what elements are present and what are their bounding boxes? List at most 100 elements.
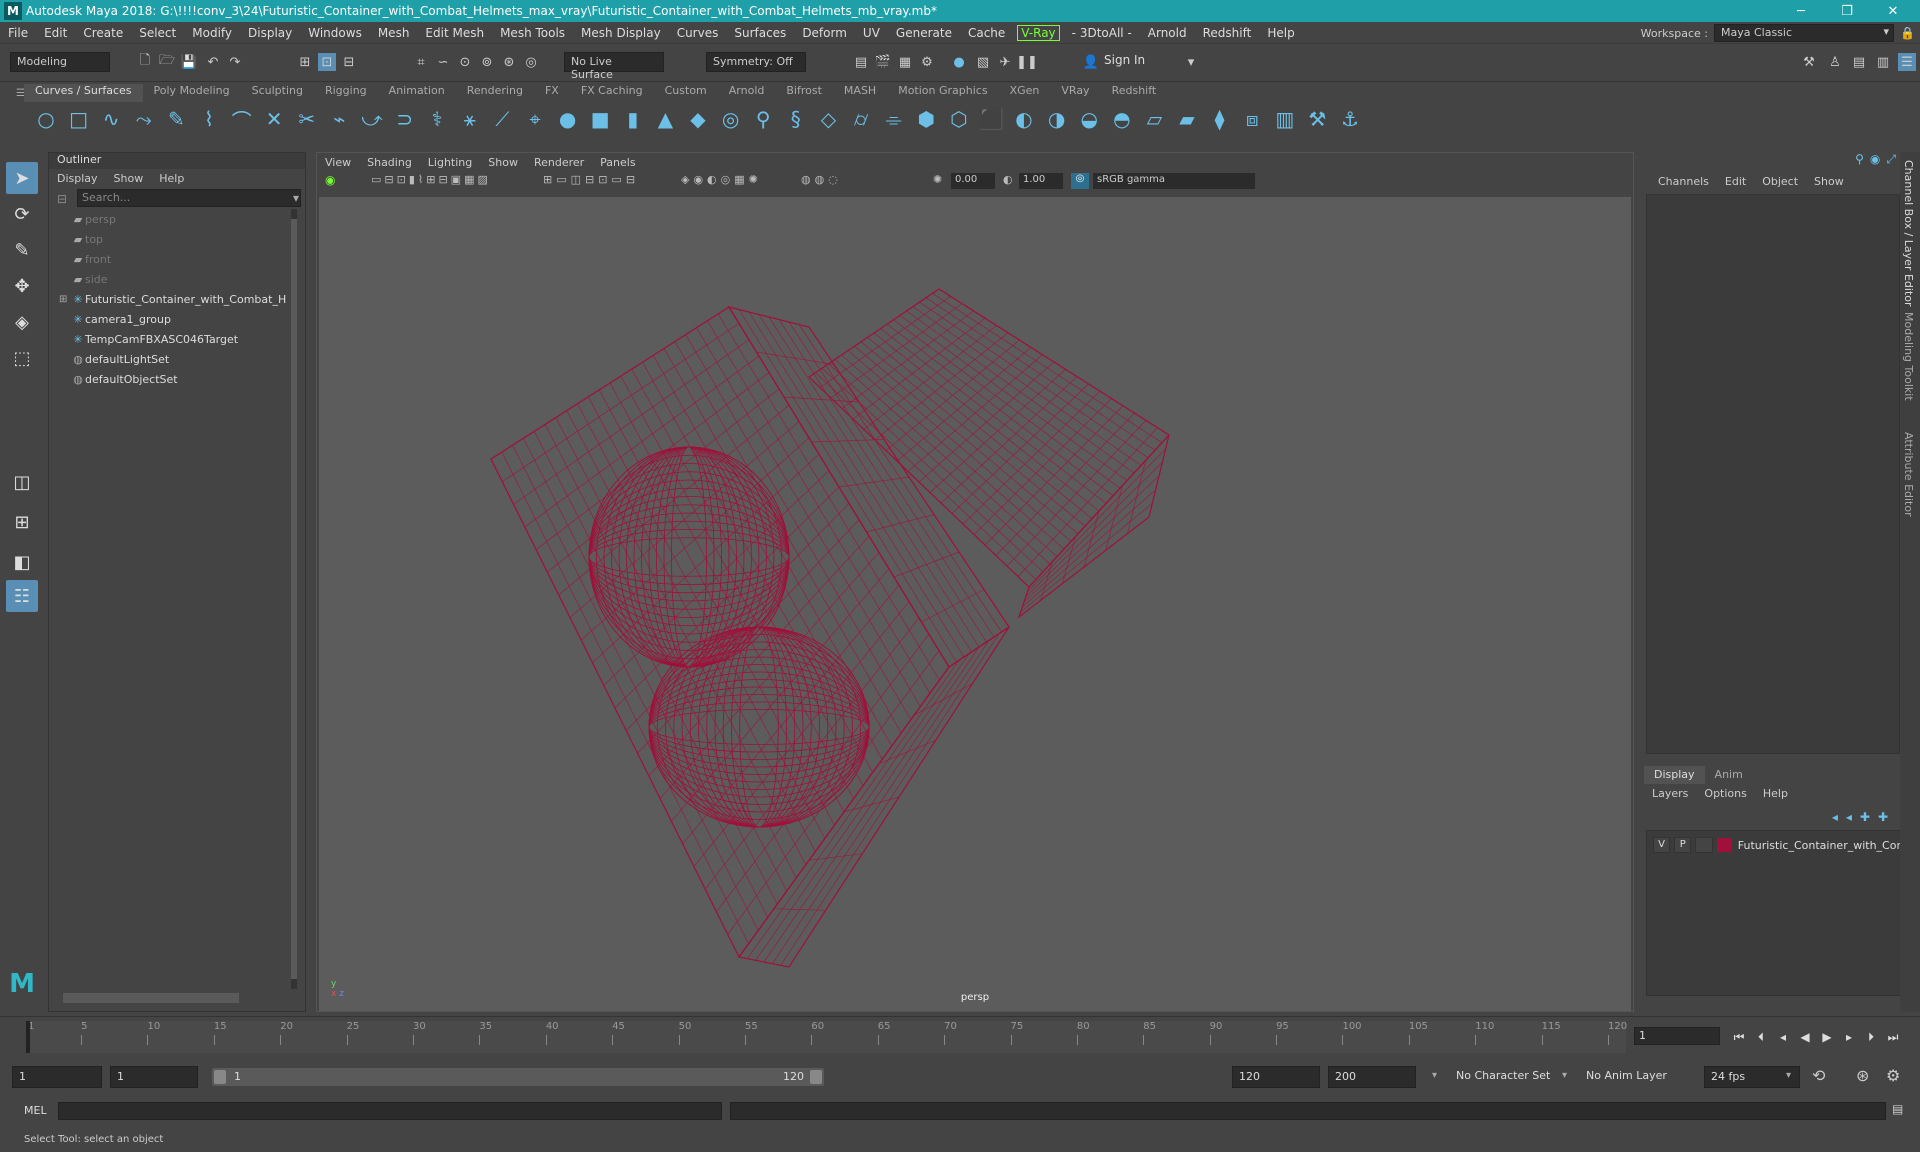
viewport-menu-view[interactable]: View	[317, 156, 359, 169]
menu-edit[interactable]: Edit	[36, 26, 75, 40]
menu-set-dropdown[interactable]: Modeling	[10, 52, 110, 72]
outliner-item[interactable]: ◍ defaultObjectSet	[49, 369, 305, 389]
range-slider-bar[interactable]: 1 120	[212, 1068, 824, 1086]
snap-view-icon[interactable]: ⊚	[478, 53, 496, 71]
sign-in-button[interactable]: Sign In	[1104, 53, 1145, 67]
live-surface-field[interactable]: No Live Surface	[564, 52, 664, 81]
color-management-icon[interactable]: ◎	[1071, 173, 1089, 189]
layer-menu-help[interactable]: Help	[1755, 787, 1796, 800]
extrude-icon[interactable]: ⌭	[847, 105, 875, 133]
play-backwards-icon[interactable]: ◀	[1796, 1029, 1814, 1045]
rebuild-curve-icon[interactable]: ⚕	[423, 105, 451, 133]
shelf-tab-redshift[interactable]: Redshift	[1101, 84, 1168, 102]
animation-start-field[interactable]: 1	[12, 1066, 102, 1088]
attribute-editor-toggle-icon[interactable]: ▤	[1850, 53, 1868, 71]
menu-uv[interactable]: UV	[855, 26, 888, 40]
menu-curves[interactable]: Curves	[669, 26, 727, 40]
snap-point-icon[interactable]: ⊙	[456, 53, 474, 71]
redo-icon[interactable]: ↷	[226, 53, 244, 71]
menu-mesh-display[interactable]: Mesh Display	[573, 26, 669, 40]
curve-editing-icon[interactable]: ⟋	[488, 105, 516, 133]
viewport-menu-panels[interactable]: Panels	[592, 156, 643, 169]
nurbs-torus-icon[interactable]: ◎	[717, 105, 745, 133]
side-tab-attribute-editor[interactable]: Attribute Editor	[1902, 432, 1915, 517]
outliner-item[interactable]: ⊞ ✳ Futuristic_Container_with_Combat_H	[49, 289, 305, 309]
single-perspective-layout-icon[interactable]: ◫	[6, 466, 38, 498]
trim-icon[interactable]: ◒	[1075, 105, 1103, 133]
step-back-key-icon[interactable]: ⏴	[1752, 1029, 1770, 1045]
step-forward-frame-icon[interactable]: ▸	[1840, 1029, 1858, 1045]
time-ruler[interactable]: 1 5 10 15 20 25 30 35 40 45 50 55 60 65 70 75 80 85 90 95 10…	[26, 1021, 1627, 1053]
outliner-menu-help[interactable]: Help	[151, 172, 192, 185]
render-frame-icon[interactable]: 🎬	[874, 53, 892, 71]
ep-curve-icon[interactable]: ⤳	[130, 105, 158, 133]
layer-action-icons[interactable]: ◂◂✚✚	[1832, 810, 1896, 824]
command-language-label[interactable]: MEL	[24, 1104, 47, 1117]
bevel-icon[interactable]: ⬢	[912, 105, 940, 133]
nurbs-cylinder-icon[interactable]: ▮	[619, 105, 647, 133]
vray-settings-icon[interactable]: ✈	[996, 53, 1014, 71]
menu-display[interactable]: Display	[240, 26, 300, 40]
outliner-search-input[interactable]: Search...	[77, 189, 301, 207]
viewport-menu-show[interactable]: Show	[480, 156, 526, 169]
loop-icon[interactable]: ⟲	[1812, 1066, 1825, 1085]
layer-display-type-toggle[interactable]	[1695, 837, 1713, 853]
view-transform-dropdown[interactable]: sRGB gamma	[1093, 173, 1255, 189]
user-icon[interactable]: 👤	[1082, 53, 1100, 71]
offset-curve-icon[interactable]: ⊃	[391, 105, 419, 133]
nurbs-cone-icon[interactable]: ▲	[651, 105, 679, 133]
rebuild-surface-icon[interactable]: ⚒	[1303, 105, 1331, 133]
step-forward-key-icon[interactable]: ⏵	[1862, 1029, 1880, 1045]
nurbs-circle-icon[interactable]: ○	[32, 105, 60, 133]
layer-row[interactable]: V P Futuristic_Container_with_Cor	[1647, 835, 1901, 855]
menu-file[interactable]: File	[0, 26, 36, 40]
nurbs-cube-icon[interactable]: ■	[586, 105, 614, 133]
open-scene-icon[interactable]: 🗁	[158, 53, 176, 71]
side-tab-modeling-toolkit[interactable]: Modeling Toolkit	[1902, 312, 1915, 401]
animation-end-field[interactable]: 200	[1328, 1066, 1416, 1088]
current-time-indicator[interactable]	[26, 1021, 30, 1053]
channel-box-toggle-icon[interactable]: ☰	[1898, 53, 1916, 71]
layer-menu-layers[interactable]: Layers	[1644, 787, 1696, 800]
lasso-tool-icon[interactable]: ⟳	[6, 198, 38, 230]
workspace-dropdown[interactable]: Maya Classic	[1714, 24, 1894, 42]
menu-v-ray[interactable]: V-Ray	[1017, 24, 1060, 41]
channel-menu-edit[interactable]: Edit	[1717, 175, 1754, 188]
lock-icon[interactable]: 🔒	[1900, 26, 1920, 40]
viewport-menu-shading[interactable]: Shading	[359, 156, 420, 169]
viewport-lighting-icons[interactable]: ◈◉◐◎▦✺	[681, 173, 762, 186]
auto-key-icon[interactable]: ⊛	[1856, 1066, 1869, 1085]
layer-menu-options[interactable]: Options	[1696, 787, 1754, 800]
outliner-item[interactable]: ✳ camera1_group	[49, 309, 305, 329]
outliner-item[interactable]: ◍ defaultLightSet	[49, 349, 305, 369]
persp-outliner-layout-icon[interactable]: ◧	[6, 546, 38, 578]
ipr-render-icon[interactable]: ▦	[896, 53, 914, 71]
minimize-button[interactable]: ─	[1778, 0, 1824, 22]
viewport-display-icons[interactable]: ⊞▭◫⊟⊡▭⊟	[543, 173, 639, 186]
character-set-icon[interactable]: ▾	[1432, 1070, 1437, 1081]
shelf-tab-fx[interactable]: FX	[534, 84, 570, 102]
select-tool-icon[interactable]: ➤	[6, 162, 38, 194]
attach-surface-icon[interactable]: ▱	[1140, 105, 1168, 133]
modeling-toolkit-toggle-icon[interactable]: ⚒	[1800, 53, 1818, 71]
outliner-item[interactable]: ▰ persp	[49, 209, 305, 229]
camera-attributes-icon[interactable]: ◉	[325, 173, 343, 191]
sign-in-dropdown-icon[interactable]: ▾	[1182, 53, 1200, 71]
bezier-curve-icon[interactable]: ⌇	[195, 105, 223, 133]
rotate-tool-icon[interactable]: ◈	[6, 306, 38, 338]
nurbs-sphere-icon[interactable]: ●	[554, 105, 582, 133]
snap-grid-icon[interactable]: ⌗	[412, 53, 430, 71]
snap-curve-icon[interactable]: ∽	[434, 53, 452, 71]
outliner-hscrollbar[interactable]	[63, 993, 239, 1003]
square-surface-icon[interactable]: ⬛	[977, 105, 1005, 133]
anim-layer-dropdown[interactable]: No Anim Layer	[1580, 1066, 1690, 1088]
layer-color-swatch[interactable]	[1716, 838, 1732, 852]
shelf-tab-motion-graphics[interactable]: Motion Graphics	[887, 84, 998, 102]
menu-surfaces[interactable]: Surfaces	[726, 26, 794, 40]
outliner-item[interactable]: ✳ TempCamFBXASC046Target	[49, 329, 305, 349]
menu-arnold[interactable]: Arnold	[1140, 26, 1195, 40]
intersect-icon[interactable]: ◐	[1010, 105, 1038, 133]
channel-menu-channels[interactable]: Channels	[1650, 175, 1717, 188]
planar-icon[interactable]: ◇	[814, 105, 842, 133]
extend-surface-icon[interactable]: ▥	[1271, 105, 1299, 133]
